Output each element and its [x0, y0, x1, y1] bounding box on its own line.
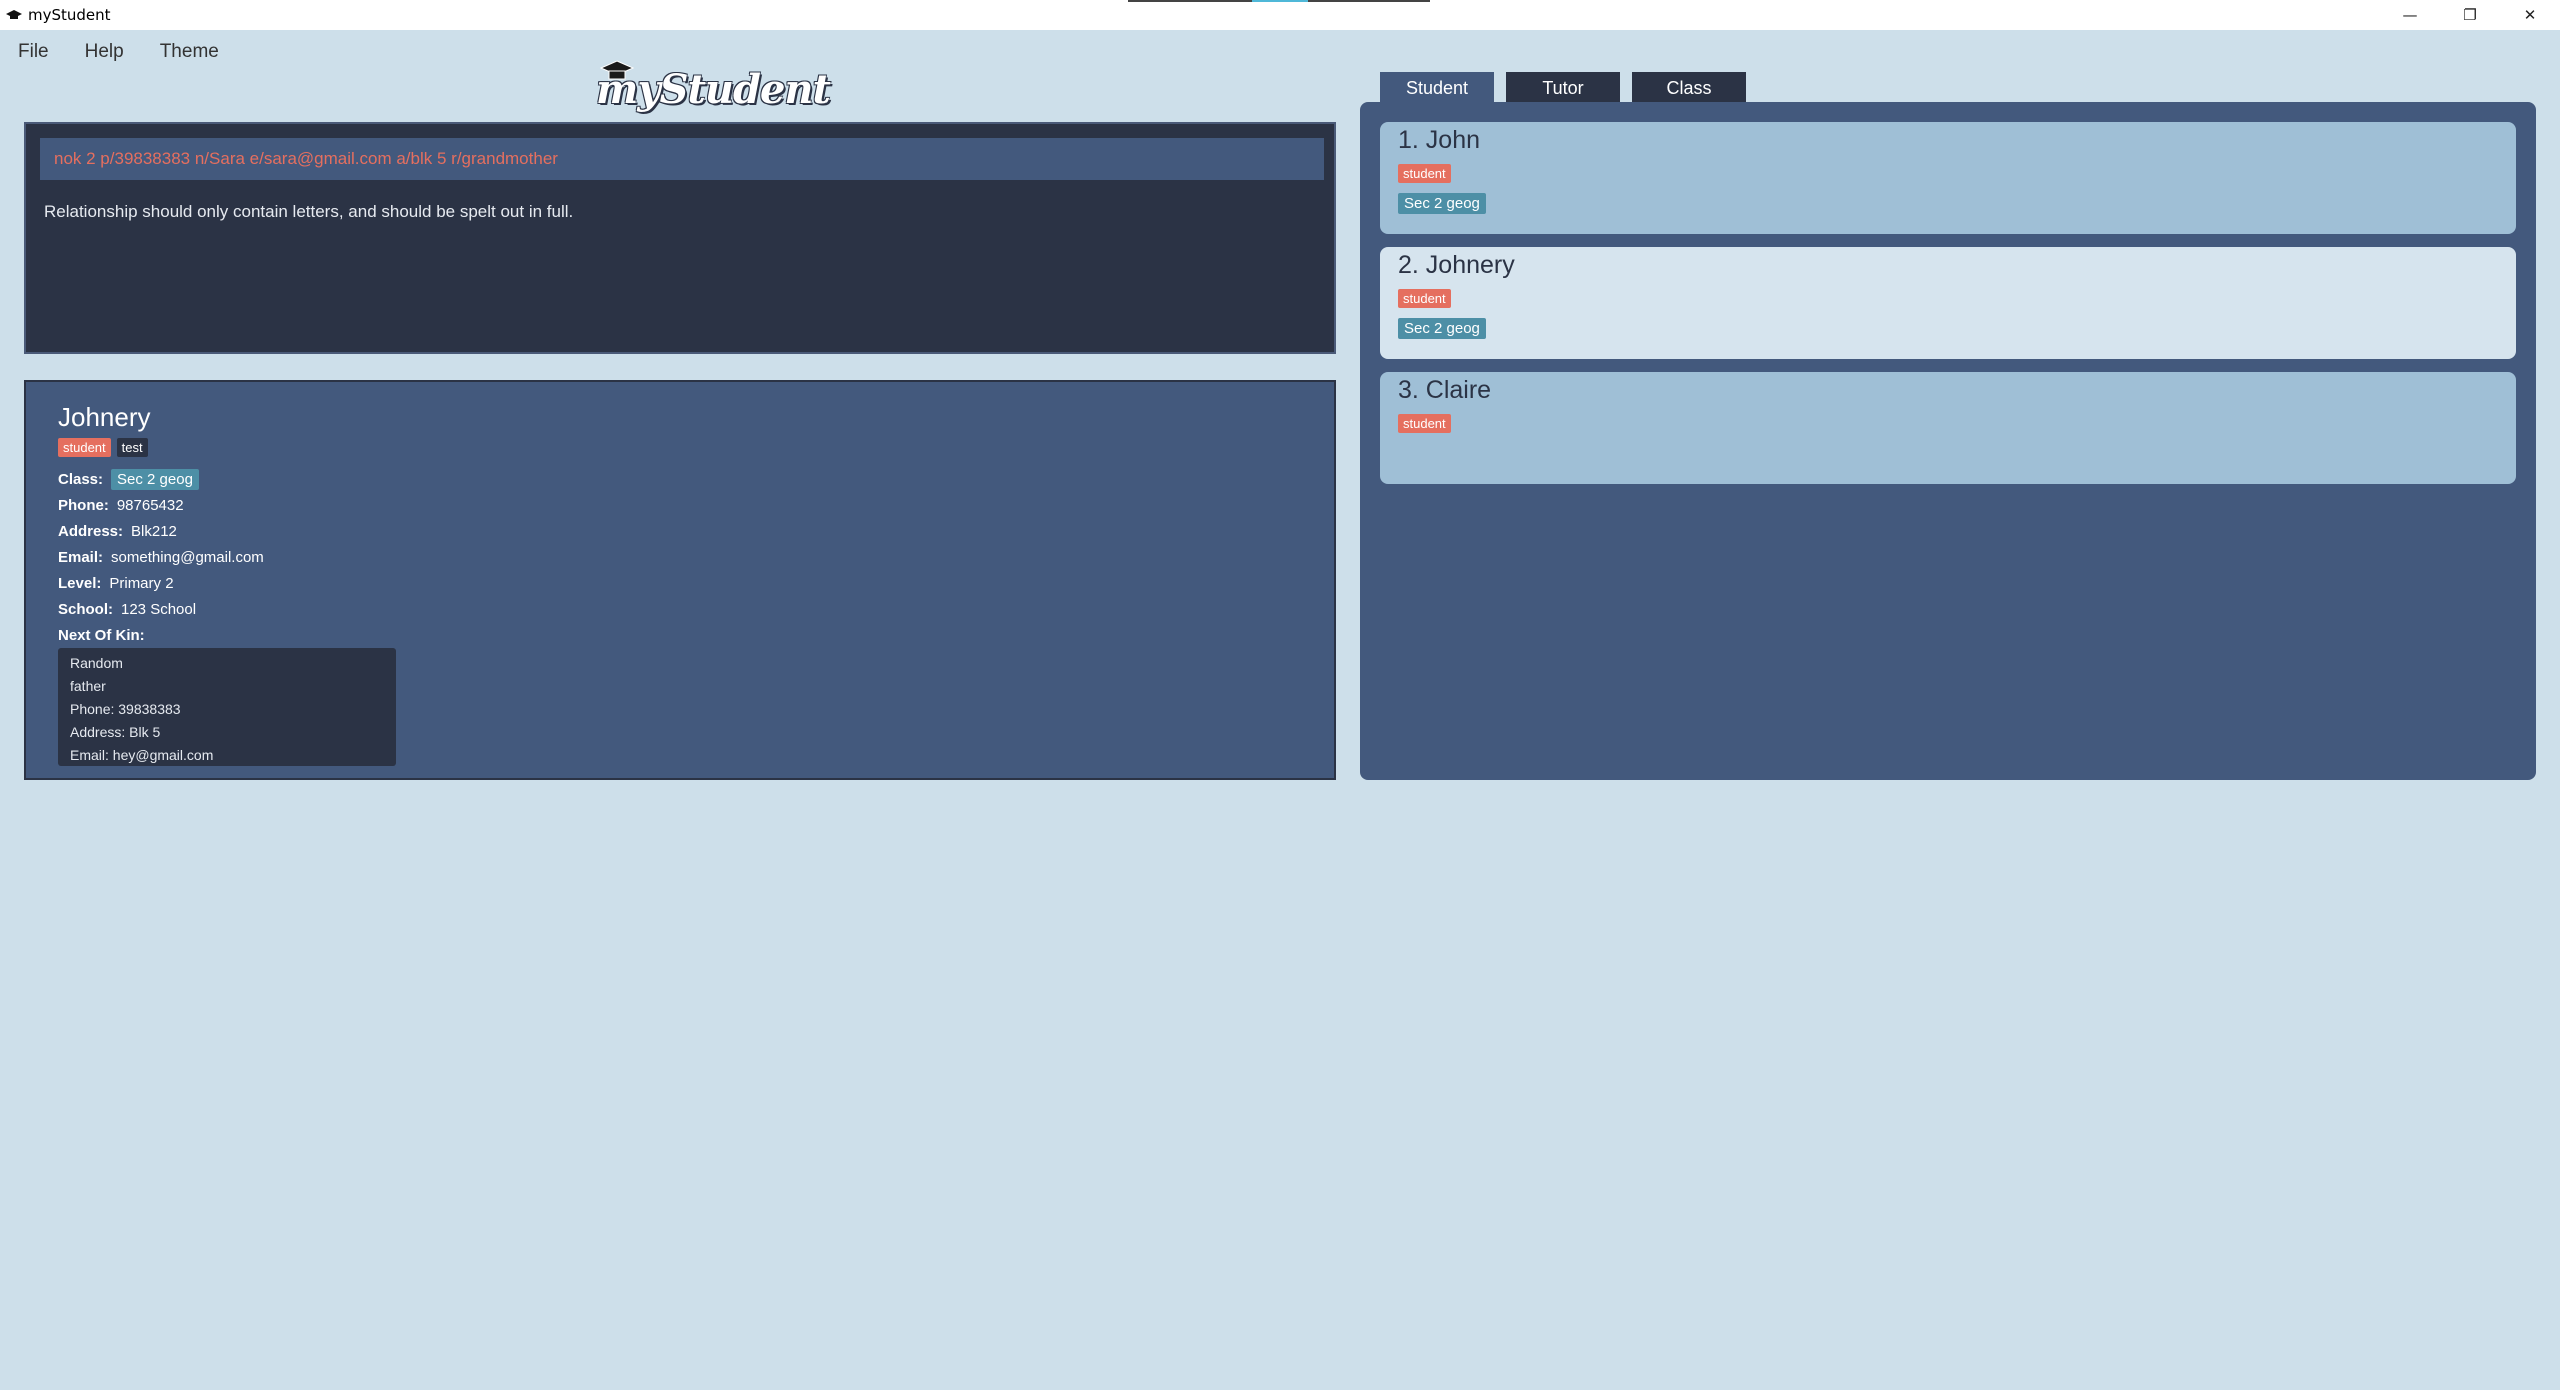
close-button[interactable]: ✕ — [2500, 0, 2560, 30]
student-card-name: 1. John — [1398, 126, 1481, 154]
student-detail-panel: Johnery student test Class: Sec 2 geog P… — [24, 380, 1336, 780]
title-drag-indicator-accent — [1252, 0, 1308, 2]
detail-school-row: School: 123 School — [58, 596, 264, 622]
command-input[interactable]: nok 2 p/39838383 n/Sara e/sara@gmail.com… — [40, 138, 1324, 180]
detail-email-row: Email: something@gmail.com — [58, 544, 264, 570]
tab-student[interactable]: Student — [1380, 72, 1494, 104]
student-card-name: 3. Claire — [1398, 376, 1492, 404]
tab-tutor[interactable]: Tutor — [1506, 72, 1620, 104]
student-list-panel: 1. John student Sec 2 geog 2. Johnery st… — [1360, 102, 2536, 780]
class-label: Class: — [58, 470, 104, 488]
class-tag: Sec 2 geog — [111, 468, 199, 490]
detail-nok-row: Next Of Kin: — [58, 622, 264, 648]
detail-fields: Class: Sec 2 geog Phone: 98765432 Addres… — [58, 466, 264, 648]
nok-name: Random — [70, 655, 123, 671]
detail-phone-row: Phone: 98765432 — [58, 492, 264, 518]
title-bar: myStudent — ❐ ✕ — [0, 0, 2560, 30]
detail-level-row: Level: Primary 2 — [58, 570, 264, 596]
menu-help[interactable]: Help — [85, 41, 124, 63]
window-controls: — ❐ ✕ — [2380, 0, 2560, 30]
tag-student: student — [1398, 289, 1451, 308]
detail-address-row: Address: Blk212 — [58, 518, 264, 544]
phone-value: 98765432 — [116, 496, 184, 514]
address-label: Address: — [58, 522, 124, 540]
level-value: Primary 2 — [109, 574, 174, 592]
list-tabs: Student Tutor Class — [1380, 72, 1746, 104]
tag-test: test — [116, 438, 148, 457]
nok-relationship: father — [70, 678, 106, 694]
detail-name: Johnery — [58, 402, 151, 432]
nok-label: Next Of Kin: — [58, 626, 145, 644]
school-label: School: — [58, 600, 113, 618]
restore-button[interactable]: ❐ — [2440, 0, 2500, 30]
student-card[interactable]: 3. Claire student — [1380, 372, 2516, 484]
next-of-kin-card: Random father Phone: 39838383 Address: B… — [58, 648, 396, 766]
tab-class[interactable]: Class — [1632, 72, 1746, 104]
graduation-cap-icon — [600, 60, 634, 80]
tag-student: student — [58, 438, 111, 457]
menu-file[interactable]: File — [18, 41, 49, 63]
email-label: Email: — [58, 548, 104, 566]
graduation-cap-icon — [6, 10, 22, 19]
student-card[interactable]: 2. Johnery student Sec 2 geog — [1380, 247, 2516, 359]
class-tag: Sec 2 geog — [1398, 193, 1486, 214]
tag-student: student — [1398, 414, 1451, 433]
minimize-button[interactable]: — — [2380, 0, 2440, 30]
student-card-name: 2. Johnery — [1398, 251, 1515, 279]
address-value: Blk212 — [131, 522, 177, 540]
nok-address: Address: Blk 5 — [70, 724, 161, 740]
phone-label: Phone: — [58, 496, 109, 514]
window-title: myStudent — [28, 6, 111, 24]
result-display: Relationship should only contain letters… — [44, 202, 574, 221]
school-value: 123 School — [121, 600, 197, 618]
tag-student: student — [1398, 164, 1451, 183]
menu-bar: File Help Theme — [0, 30, 237, 74]
nok-email: Email: hey@gmail.com — [70, 747, 214, 763]
detail-tags: student test — [58, 438, 148, 457]
nok-phone: Phone: 39838383 — [70, 701, 181, 717]
app-logo: myStudent — [596, 60, 831, 113]
email-value: something@gmail.com — [111, 548, 264, 566]
class-tag: Sec 2 geog — [1398, 318, 1486, 339]
level-label: Level: — [58, 574, 102, 592]
menu-theme[interactable]: Theme — [160, 41, 219, 63]
command-panel: nok 2 p/39838383 n/Sara e/sara@gmail.com… — [24, 122, 1336, 354]
detail-class-row: Class: Sec 2 geog — [58, 466, 264, 492]
student-card[interactable]: 1. John student Sec 2 geog — [1380, 122, 2516, 234]
